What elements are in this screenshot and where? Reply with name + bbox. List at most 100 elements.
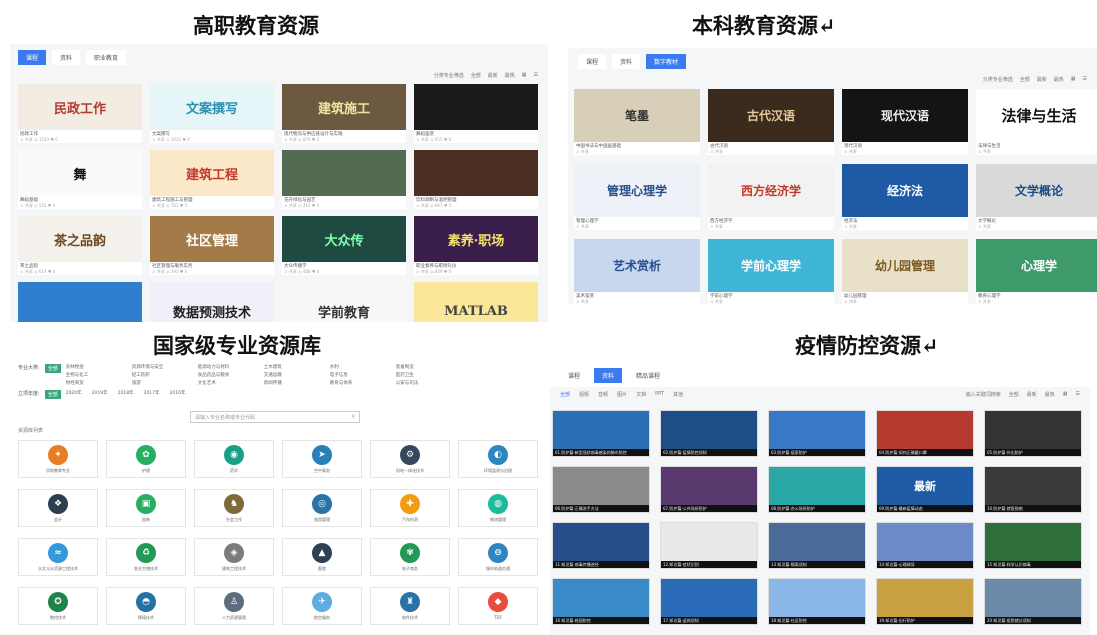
major-filter-option[interactable]: 水利: [330, 364, 392, 370]
video-title[interactable]: 18.知识篇-社区防控: [769, 617, 865, 624]
course-card[interactable]: 文学概论 文学概论 ♙ 共享: [976, 164, 1097, 230]
course-card[interactable]: 管理心理学 管理心理学 ♙ 共享: [574, 164, 700, 230]
video-card[interactable]: 18.知识篇-社区防控: [768, 578, 866, 625]
video-thumbnail[interactable]: [553, 411, 649, 449]
course-title[interactable]: 现代汉语: [842, 142, 968, 149]
resource-library-card[interactable]: ⊖ 城市轨道交通: [458, 538, 538, 576]
tab-courses[interactable]: 课程: [560, 368, 589, 383]
resource-library-card[interactable]: ✿ 护理: [106, 440, 186, 478]
resource-library-card[interactable]: ♻ 农业生物技术: [106, 538, 186, 576]
video-card[interactable]: 08.防护篇-办公场所防护: [768, 466, 866, 513]
course-card[interactable]: 数据预测技术: [150, 282, 274, 322]
course-thumbnail[interactable]: 茶之品韵: [18, 216, 142, 262]
tab-materials[interactable]: 资料: [594, 368, 623, 383]
video-title[interactable]: 02.防护篇-疫情防控须知: [661, 449, 757, 456]
sort-newest[interactable]: 最新: [488, 72, 498, 79]
course-card[interactable]: 心理学 教育心理学 ♙ 共享: [976, 239, 1097, 304]
video-card[interactable]: 11.知识篇-病毒传播途径: [552, 522, 650, 569]
year-filter-option[interactable]: 2018年: [118, 390, 134, 396]
course-thumbnail[interactable]: 文案撰写: [150, 84, 274, 130]
course-thumbnail[interactable]: 文学概论: [976, 164, 1097, 217]
video-thumbnail[interactable]: [553, 523, 649, 561]
course-title[interactable]: 学前心理学: [708, 292, 834, 299]
tab-vocational[interactable]: 职业教育: [86, 50, 127, 65]
video-title[interactable]: 07.防护篇-公共场所防护: [661, 505, 757, 512]
video-thumbnail[interactable]: [985, 523, 1081, 561]
course-thumbnail[interactable]: 幼儿园管理: [842, 239, 968, 292]
video-thumbnail[interactable]: [661, 523, 757, 561]
sort-hottest[interactable]: 最热: [1054, 76, 1064, 83]
course-thumbnail[interactable]: 心理学: [976, 239, 1097, 292]
list-view-icon[interactable]: ☰: [534, 72, 538, 78]
resource-library-card[interactable]: ◎ 旅游管理: [282, 489, 362, 527]
course-card[interactable]: 饮料调制与酒吧管理 ♙ 共享 ◎ 967 ♥ 0: [414, 150, 538, 209]
video-card[interactable]: 07.防护篇-公共场所防护: [660, 466, 758, 513]
tab-materials[interactable]: 资料: [612, 54, 641, 69]
tab-digital-textbooks[interactable]: 数字教材: [646, 54, 687, 69]
course-card[interactable]: 建筑工程 建筑工程施工与管理 ♙ 共享 ◎ 781 ♥ 0: [150, 150, 274, 209]
resource-library-card[interactable]: ▲ 畜牧: [282, 538, 362, 576]
course-thumbnail[interactable]: 数据预测技术: [150, 282, 274, 322]
video-card[interactable]: 02.防护篇-疫情防控须知: [660, 410, 758, 457]
course-title[interactable]: 文案撰写: [150, 130, 274, 137]
type-filter-option[interactable]: 视频: [579, 391, 589, 398]
major-filter-option[interactable]: 旅游: [132, 380, 194, 386]
major-filter-option[interactable]: 电子信息: [330, 372, 392, 378]
search-input[interactable]: 输入关键词搜索: [966, 391, 1001, 398]
video-card[interactable]: 12.知识篇-症状识别: [660, 522, 758, 569]
course-thumbnail[interactable]: 现代汉语: [842, 89, 968, 142]
resource-library-card[interactable]: ◐ 环境监测与治理: [458, 440, 538, 478]
course-thumbnail[interactable]: 学前教育: [282, 282, 406, 322]
video-title[interactable]: 12.知识篇-症状识别: [661, 561, 757, 568]
video-title[interactable]: 20.知识篇-医院就诊须知: [985, 617, 1081, 624]
major-filter-option[interactable]: 教育与体育: [330, 380, 392, 386]
resource-library-card[interactable]: ♞ 社会工作: [194, 489, 274, 527]
major-filter-option[interactable]: 公安与司法: [396, 380, 458, 386]
course-thumbnail[interactable]: 民政工作: [18, 84, 142, 130]
type-filter-option[interactable]: PPT: [655, 391, 664, 398]
course-title[interactable]: 茶之品韵: [18, 262, 142, 269]
resource-library-card[interactable]: ≈ 水文与水资源工程技术: [18, 538, 98, 576]
year-filter-option[interactable]: 2020年: [66, 390, 82, 396]
sort-hottest[interactable]: 最热: [505, 72, 515, 79]
resource-library-card[interactable]: ✪ 数控技术: [18, 587, 98, 625]
video-thumbnail[interactable]: [985, 411, 1081, 449]
course-thumbnail[interactable]: [18, 282, 142, 322]
video-title[interactable]: 08.防护篇-办公场所防护: [769, 505, 865, 512]
search-box[interactable]: 请输入专业名称或专业代码 ⚲: [190, 411, 360, 423]
course-thumbnail[interactable]: 管理心理学: [574, 164, 700, 217]
course-thumbnail[interactable]: 法律与生活: [976, 89, 1097, 142]
video-thumbnail[interactable]: [877, 523, 973, 561]
major-filter-all[interactable]: 全部: [44, 364, 61, 373]
video-title[interactable]: 15.知识篇-科学认识病毒: [985, 561, 1081, 568]
video-thumbnail[interactable]: [769, 411, 865, 449]
video-title[interactable]: 16.知识篇-校园防控: [553, 617, 649, 624]
category-filter[interactable]: 分类专业筛选: [434, 72, 464, 79]
course-card[interactable]: 笔墨 中国书法与中国画基础 ♙ 共享: [574, 89, 700, 155]
video-card[interactable]: 03.防护篇-居家防护: [768, 410, 866, 457]
course-title[interactable]: 社区管理与服务实务: [150, 262, 274, 269]
video-title[interactable]: 03.防护篇-居家防护: [769, 449, 865, 456]
course-title[interactable]: 大众传播学: [282, 262, 406, 269]
course-thumbnail[interactable]: 古代汉语: [708, 89, 834, 142]
video-thumbnail[interactable]: [661, 411, 757, 449]
course-card[interactable]: 民政工作 民政工作 ♙ 共享 ◎ 1543 ♥ 0: [18, 84, 142, 143]
video-title[interactable]: 10.防护篇-就医指南: [985, 505, 1081, 512]
tab-materials[interactable]: 资料: [52, 50, 81, 65]
course-title[interactable]: 职业素养与职场礼仪: [414, 262, 538, 269]
major-filter-option[interactable]: 文化艺术: [198, 380, 260, 386]
course-title[interactable]: 教育心理学: [976, 292, 1097, 299]
year-filter-option[interactable]: 2017年: [144, 390, 160, 396]
video-card[interactable]: 20.知识篇-医院就诊须知: [984, 578, 1082, 625]
type-filter-option[interactable]: 其他: [673, 391, 683, 398]
course-thumbnail[interactable]: 大众传: [282, 216, 406, 262]
resource-library-card[interactable]: ◓ 焊接技术: [106, 587, 186, 625]
list-view-icon[interactable]: ☰: [1083, 76, 1087, 82]
video-card[interactable]: 19.知识篇-出行防护: [876, 578, 974, 625]
course-title[interactable]: 建筑工程施工与管理: [150, 196, 274, 203]
category-filter[interactable]: 分类专业筛选: [983, 76, 1013, 83]
type-filter-option[interactable]: 全部: [560, 391, 570, 398]
course-title[interactable]: 经济法: [842, 217, 968, 224]
grid-view-icon[interactable]: ▦: [1071, 76, 1076, 82]
year-filter-option[interactable]: 2019年: [92, 390, 108, 396]
